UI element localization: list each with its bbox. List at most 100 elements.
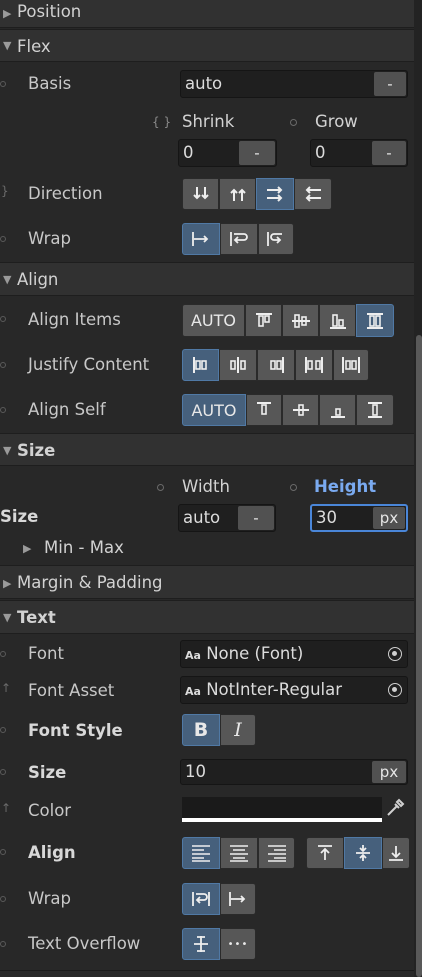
override-indicator-icon: [0, 769, 6, 775]
collapsed-arrow-icon[interactable]: ▶: [23, 542, 31, 555]
align-self-flex-end-button[interactable]: [319, 394, 356, 426]
flex-wrap-button-group: [182, 223, 294, 255]
align-self-center-button[interactable]: [282, 394, 319, 426]
grow-unit-button[interactable]: -: [372, 141, 406, 165]
align-self-auto-button[interactable]: AUTO: [182, 394, 246, 426]
font-value: None (Font): [206, 644, 304, 663]
basis-field[interactable]: auto -: [180, 70, 408, 98]
align-top-icon: [318, 845, 332, 860]
section-header-position[interactable]: ▶ Position: [0, 0, 414, 28]
align-items-center-button[interactable]: [282, 304, 319, 337]
font-size-label: Size: [28, 763, 67, 782]
basis-unit-button[interactable]: -: [374, 72, 406, 96]
font-object-field[interactable]: Aa None (Font): [180, 640, 408, 668]
align-items-flex-end-button[interactable]: [319, 304, 356, 337]
override-indicator-icon: [0, 236, 6, 242]
align-middle-icon: [356, 845, 370, 861]
expanded-arrow-icon: ▼: [3, 611, 12, 624]
align-self-start-icon: [257, 402, 271, 415]
wrap-icon: [230, 232, 248, 246]
grow-field[interactable]: 0 -: [310, 139, 408, 167]
object-picker-icon[interactable]: [388, 683, 402, 697]
justify-flex-start-button[interactable]: [182, 349, 219, 381]
object-picker-icon[interactable]: [388, 647, 402, 661]
text-wrap-on-button[interactable]: [182, 883, 220, 915]
height-value: 30: [316, 508, 337, 527]
override-indicator-icon: [0, 941, 6, 947]
justify-space-between-button[interactable]: [295, 349, 333, 381]
align-center-text-button[interactable]: [220, 837, 258, 869]
collapsed-arrow-icon: ▶: [3, 7, 12, 20]
eyedropper-button[interactable]: [384, 797, 408, 821]
align-middle-button[interactable]: [344, 837, 382, 869]
align-items-stretch-button[interactable]: [356, 304, 394, 337]
align-start-icon: [255, 312, 272, 327]
height-field[interactable]: 30 px: [310, 504, 408, 532]
size-row-label: Size: [0, 507, 39, 526]
nowrap-button[interactable]: [182, 223, 220, 255]
section-header-align[interactable]: ▼ Align: [0, 262, 414, 296]
align-self-end-icon: [330, 408, 345, 418]
section-title: Size: [17, 441, 56, 460]
section-header-margin-padding[interactable]: ▶ Margin & Padding: [0, 565, 414, 599]
section-header-size[interactable]: ▼ Size: [0, 433, 414, 466]
font-style-label: Font Style: [28, 721, 123, 740]
text-align-label: Align: [28, 843, 76, 862]
direction-row-button[interactable]: [256, 178, 294, 210]
font-style-button-group: B I: [182, 714, 256, 746]
direction-column-reverse-button[interactable]: [219, 178, 256, 210]
overflow-ellipsis-button[interactable]: •••: [220, 928, 256, 960]
width-unit-button[interactable]: -: [238, 506, 274, 530]
wrap-button[interactable]: [220, 223, 258, 255]
direction-row-reverse-button[interactable]: [294, 178, 332, 210]
justify-space-around-button[interactable]: [333, 349, 369, 381]
align-items-auto-button[interactable]: AUTO: [182, 304, 245, 337]
align-bottom-button[interactable]: [382, 837, 410, 869]
section-header-flex[interactable]: ▼ Flex: [0, 29, 414, 62]
justify-start-icon: [192, 357, 207, 373]
direction-column-button[interactable]: [182, 178, 219, 210]
justify-center-button[interactable]: [219, 349, 257, 381]
text-nowrap-icon: [229, 892, 246, 906]
font-size-unit-button[interactable]: px: [372, 761, 406, 783]
font-label: Font: [28, 644, 64, 663]
align-self-label: Align Self: [28, 400, 106, 419]
shrink-unit-button[interactable]: -: [239, 141, 275, 165]
align-self-flex-start-button[interactable]: [246, 394, 282, 426]
align-left-button[interactable]: [182, 837, 220, 869]
align-right-button[interactable]: [258, 837, 295, 869]
font-size-field[interactable]: 10 px: [180, 759, 408, 785]
align-top-button[interactable]: [306, 837, 344, 869]
height-unit-button[interactable]: px: [373, 507, 405, 529]
section-title: Align: [17, 270, 59, 289]
font-asset-object-field[interactable]: Aa NotInter-Regular: [180, 676, 408, 704]
align-items-flex-start-button[interactable]: [245, 304, 282, 337]
override-indicator-icon: [157, 484, 164, 491]
text-wrap-label: Wrap: [28, 889, 71, 908]
arrows-right-icon: [267, 186, 283, 202]
bold-toggle-button[interactable]: B: [182, 714, 220, 746]
wrap-reverse-button[interactable]: [258, 223, 294, 255]
ellipsis-icon: •••: [227, 938, 249, 950]
align-center-icon: [291, 313, 310, 328]
section-header-text[interactable]: ▼ Text: [0, 600, 414, 634]
width-field[interactable]: auto -: [178, 504, 276, 532]
justify-flex-end-button[interactable]: [257, 349, 295, 381]
section-divider: [0, 970, 414, 971]
text-nowrap-button[interactable]: [220, 883, 256, 915]
justify-end-icon: [270, 357, 284, 373]
text-overflow-label: Text Overflow: [28, 934, 141, 953]
italic-toggle-button[interactable]: I: [220, 714, 256, 746]
color-field[interactable]: [182, 797, 382, 822]
align-end-icon: [329, 313, 346, 329]
shrink-label: Shrink: [182, 112, 235, 131]
shrink-field[interactable]: 0 -: [178, 139, 277, 167]
eyedropper-icon: [387, 798, 405, 816]
arrows-down-icon: [192, 187, 209, 200]
align-self-stretch-button[interactable]: [356, 394, 394, 426]
justify-center-icon: [230, 357, 246, 373]
min-max-foldout[interactable]: Min - Max: [44, 538, 124, 557]
scrollbar-thumb[interactable]: [416, 335, 422, 977]
overflow-clip-button[interactable]: [182, 928, 220, 960]
override-indicator-icon: [290, 484, 297, 491]
